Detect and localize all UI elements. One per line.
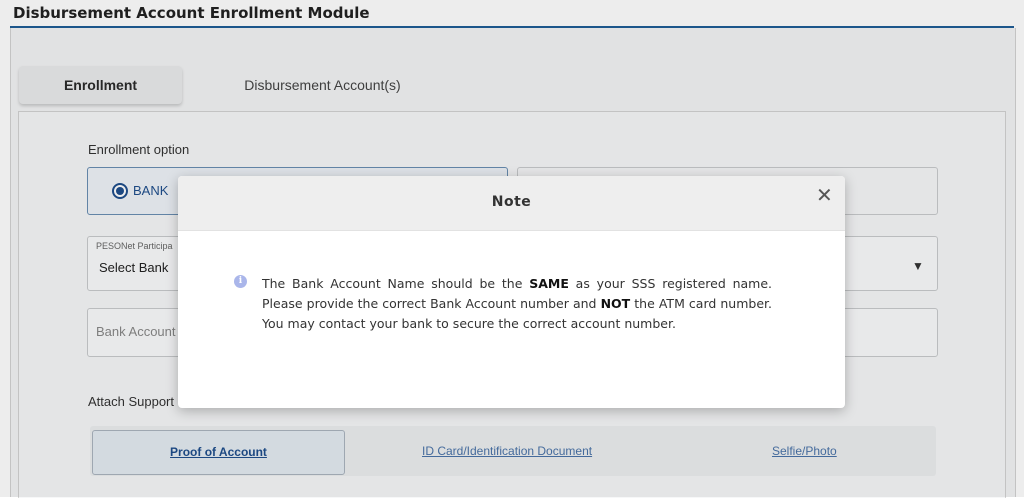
modal-header: Note ✕	[178, 176, 845, 231]
modal-title: Note	[491, 194, 532, 210]
close-icon[interactable]: ✕	[816, 183, 833, 208]
modal-message: The Bank Account Name should be the SAME…	[262, 276, 772, 331]
info-icon: i	[234, 275, 247, 288]
note-modal: Note ✕ i The Bank Account Name should be…	[178, 176, 845, 408]
